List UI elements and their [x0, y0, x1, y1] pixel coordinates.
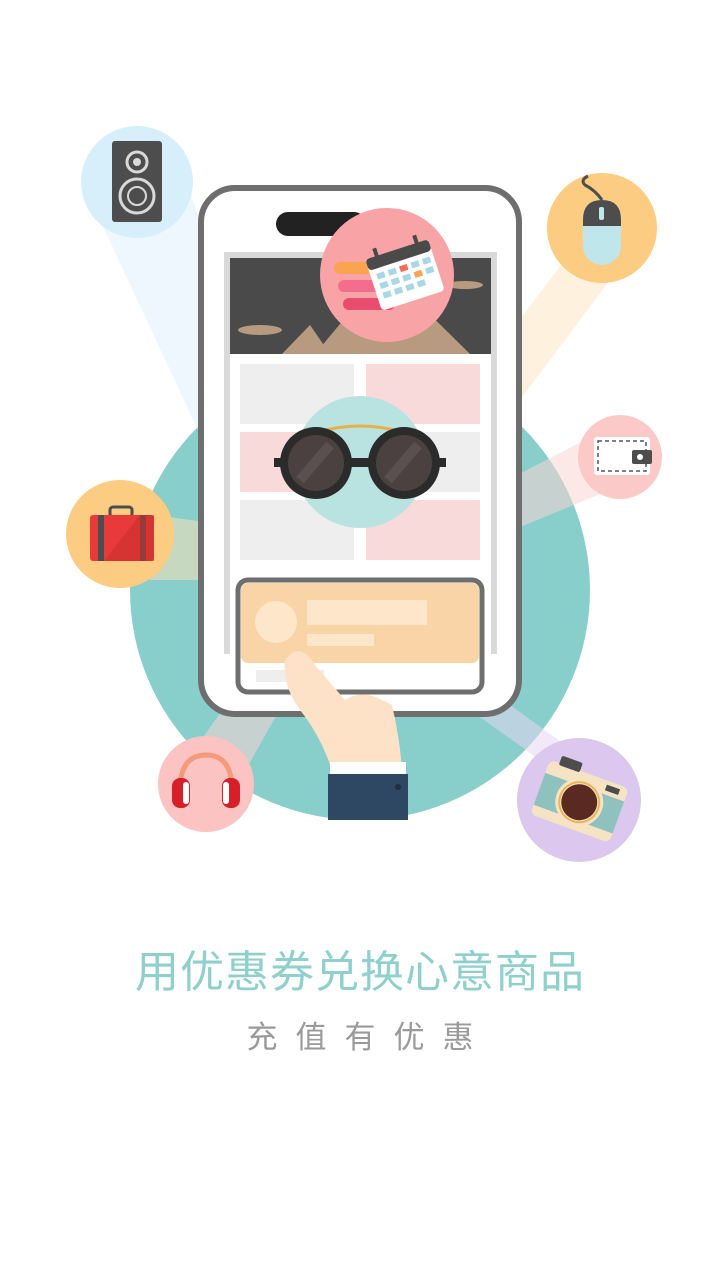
wallet-icon [578, 415, 662, 499]
calendar-icon [320, 208, 454, 342]
subline-text: 充值有优惠 [246, 1020, 492, 1056]
camera-icon [517, 738, 641, 862]
headline-text: 用优惠券兑换心意商品 [135, 947, 585, 998]
mouse-icon [547, 173, 657, 283]
floating-card [235, 577, 485, 695]
headphones-icon [158, 736, 254, 832]
suitcase-icon [66, 480, 174, 588]
onboarding-illustration [66, 126, 662, 862]
speaker-icon [81, 126, 193, 238]
